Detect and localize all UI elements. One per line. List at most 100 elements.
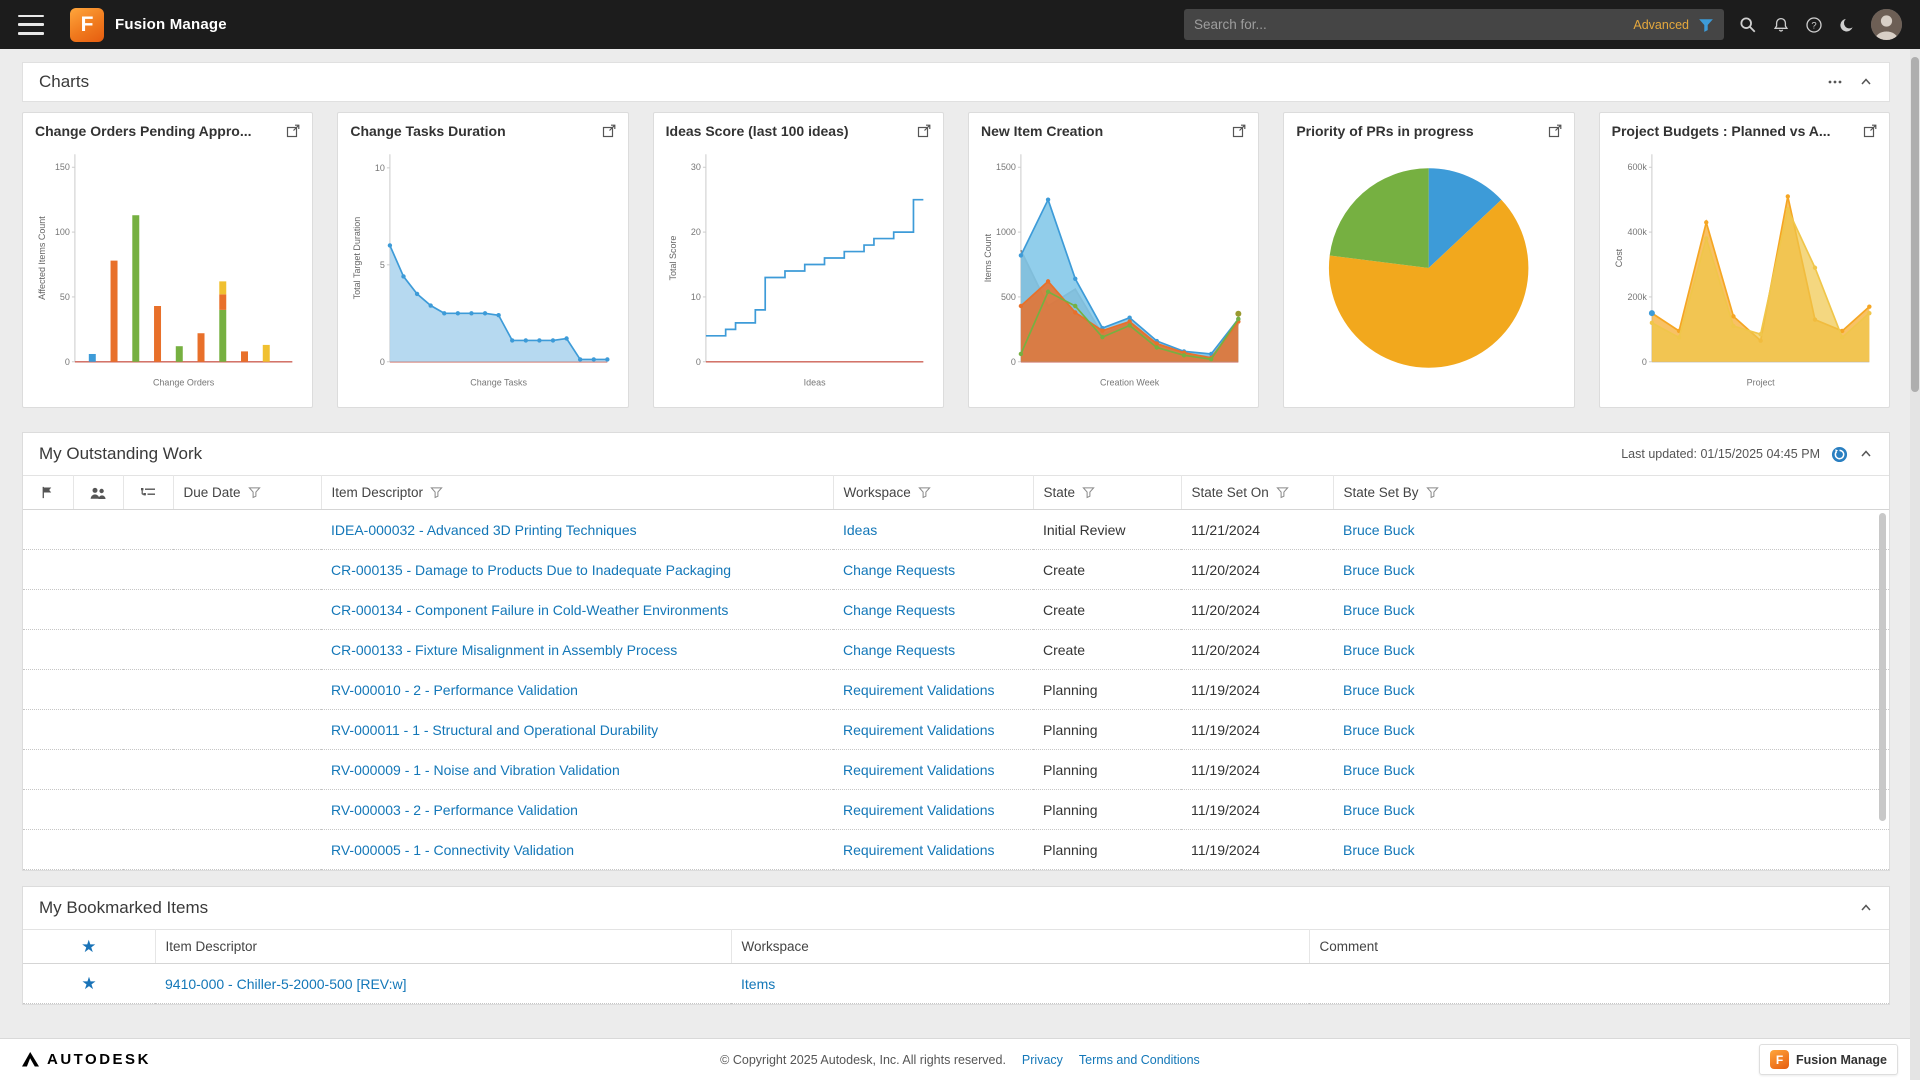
outstanding-row[interactable]: RV-000010 - 2 - Performance Validation Re… [23, 670, 1889, 710]
workspace-link[interactable]: Ideas [843, 522, 877, 538]
item-descriptor-link[interactable]: RV-000010 - 2 - Performance Validation [331, 682, 578, 698]
assignee-column-header[interactable] [73, 476, 123, 510]
chart-title: Project Budgets : Planned vs A... [1612, 123, 1831, 139]
workspace-link[interactable]: Requirement Validations [843, 802, 995, 818]
help-icon[interactable]: ? [1805, 16, 1823, 34]
workspace-column-header[interactable]: Workspace [833, 476, 1033, 510]
assignee-cell [73, 830, 123, 870]
main-content: Charts Change Orders Pending Appro... 05… [0, 49, 1920, 1038]
open-chart-icon[interactable] [1863, 124, 1877, 138]
open-chart-icon[interactable] [1548, 124, 1562, 138]
item-descriptor-link[interactable]: IDEA-000032 - Advanced 3D Printing Techn… [331, 522, 637, 538]
state-set-by-link[interactable]: Bruce Buck [1343, 602, 1415, 618]
workspace-link[interactable]: Change Requests [843, 642, 955, 658]
privacy-link[interactable]: Privacy [1022, 1053, 1063, 1067]
outstanding-row[interactable]: RV-000003 - 2 - Performance Validation Re… [23, 790, 1889, 830]
structure-cell [123, 750, 173, 790]
item-descriptor-link[interactable]: CR-000133 - Fixture Misalignment in Asse… [331, 642, 677, 658]
item-descriptor-link[interactable]: RV-000009 - 1 - Noise and Vibration Vali… [331, 762, 620, 778]
item-descriptor-link[interactable]: CR-000135 - Damage to Products Due to In… [331, 562, 731, 578]
bookmark-item-link[interactable]: 9410-000 - Chiller-5-2000-500 [REV:w] [165, 976, 407, 992]
item-descriptor-link[interactable]: CR-000134 - Component Failure in Cold-We… [331, 602, 728, 618]
fusion-manage-badge[interactable]: F Fusion Manage [1759, 1044, 1898, 1075]
search-input[interactable] [1194, 17, 1625, 32]
bookmark-workspace-header[interactable]: Workspace [731, 930, 1309, 964]
state-cell: Planning [1033, 790, 1181, 830]
charts-more-icon[interactable] [1827, 74, 1843, 90]
item-descriptor-cell: IDEA-000032 - Advanced 3D Printing Techn… [321, 510, 833, 550]
state-set-by-column-header[interactable]: State Set By [1333, 476, 1889, 510]
bookmark-item-descriptor-header[interactable]: Item Descriptor [155, 930, 731, 964]
bookmarks-tbody: ★ 9410-000 - Chiller-5-2000-500 [REV:w] It… [23, 964, 1889, 1004]
structure-column-header[interactable] [123, 476, 173, 510]
state-set-by-link[interactable]: Bruce Buck [1343, 562, 1415, 578]
bookmarks-collapse-icon[interactable] [1859, 901, 1873, 915]
outstanding-row[interactable]: RV-000009 - 1 - Noise and Vibration Vali… [23, 750, 1889, 790]
flag-cell [23, 790, 73, 830]
flag-column-header[interactable] [23, 476, 73, 510]
state-set-on-cell: 11/19/2024 [1181, 670, 1333, 710]
search-box[interactable]: Advanced [1184, 9, 1724, 40]
advanced-search-link[interactable]: Advanced [1633, 18, 1689, 32]
workspace-link[interactable]: Requirement Validations [843, 682, 995, 698]
workspace-link[interactable]: Requirement Validations [843, 762, 995, 778]
item-descriptor-link[interactable]: RV-000005 - 1 - Connectivity Validation [331, 842, 574, 858]
bookmark-workspace-link[interactable]: Items [741, 976, 775, 992]
state-set-by-link[interactable]: Bruce Buck [1343, 842, 1415, 858]
workspace-cell: Ideas [833, 510, 1033, 550]
bookmark-star-cell[interactable]: ★ [23, 964, 155, 1004]
due-date-cell [173, 830, 321, 870]
hamburger-menu-icon[interactable] [18, 15, 44, 35]
state-set-on-cell: 11/19/2024 [1181, 710, 1333, 750]
user-avatar[interactable] [1871, 9, 1902, 40]
outstanding-row[interactable]: IDEA-000032 - Advanced 3D Printing Techn… [23, 510, 1889, 550]
workspace-link[interactable]: Requirement Validations [843, 842, 995, 858]
page-scrollbar[interactable] [1910, 49, 1920, 1080]
item-descriptor-link[interactable]: RV-000011 - 1 - Structural and Operation… [331, 722, 658, 738]
open-chart-icon[interactable] [602, 124, 616, 138]
state-set-on-column-header[interactable]: State Set On [1181, 476, 1333, 510]
outstanding-row[interactable]: CR-000135 - Damage to Products Due to In… [23, 550, 1889, 590]
item-descriptor-column-header[interactable]: Item Descriptor [321, 476, 833, 510]
workspace-link[interactable]: Change Requests [843, 562, 955, 578]
state-set-by-link[interactable]: Bruce Buck [1343, 522, 1415, 538]
dark-mode-moon-icon[interactable] [1838, 16, 1856, 34]
open-chart-icon[interactable] [286, 124, 300, 138]
refresh-icon[interactable] [1831, 446, 1848, 463]
search-filter-icon[interactable] [1698, 17, 1714, 33]
notifications-bell-icon[interactable] [1772, 16, 1790, 34]
bookmark-comment-header[interactable]: Comment [1309, 930, 1889, 964]
due-date-column-header[interactable]: Due Date [173, 476, 321, 510]
state-set-by-link[interactable]: Bruce Buck [1343, 642, 1415, 658]
bookmark-comment-cell [1309, 964, 1889, 1004]
outstanding-row[interactable]: CR-000133 - Fixture Misalignment in Asse… [23, 630, 1889, 670]
flag-cell [23, 630, 73, 670]
state-set-by-link[interactable]: Bruce Buck [1343, 802, 1415, 818]
workspace-link[interactable]: Change Requests [843, 602, 955, 618]
state-set-by-link[interactable]: Bruce Buck [1343, 682, 1415, 698]
bookmark-star-column-header[interactable]: ★ [23, 930, 155, 964]
open-chart-icon[interactable] [917, 124, 931, 138]
outstanding-row[interactable]: RV-000005 - 1 - Connectivity Validation R… [23, 830, 1889, 870]
autodesk-wordmark: AUTODESK [47, 1051, 151, 1068]
star-icon[interactable]: ★ [81, 974, 96, 993]
charts-collapse-icon[interactable] [1859, 75, 1873, 89]
filter-icon [248, 486, 261, 499]
due-date-cell [173, 550, 321, 590]
outstanding-row[interactable]: CR-000134 - Component Failure in Cold-We… [23, 590, 1889, 630]
search-icon[interactable] [1739, 16, 1757, 34]
bookmark-row[interactable]: ★ 9410-000 - Chiller-5-2000-500 [REV:w] It… [23, 964, 1889, 1004]
autodesk-mark-icon [22, 1052, 39, 1067]
workspace-link[interactable]: Requirement Validations [843, 722, 995, 738]
outstanding-table-scrollbar[interactable] [1879, 513, 1886, 821]
state-set-by-link[interactable]: Bruce Buck [1343, 762, 1415, 778]
workspace-cell: Requirement Validations [833, 670, 1033, 710]
page-scrollbar-thumb[interactable] [1911, 57, 1919, 392]
terms-link[interactable]: Terms and Conditions [1079, 1053, 1200, 1067]
outstanding-row[interactable]: RV-000011 - 1 - Structural and Operation… [23, 710, 1889, 750]
outstanding-collapse-icon[interactable] [1859, 447, 1873, 461]
state-set-by-link[interactable]: Bruce Buck [1343, 722, 1415, 738]
open-chart-icon[interactable] [1232, 124, 1246, 138]
item-descriptor-link[interactable]: RV-000003 - 2 - Performance Validation [331, 802, 578, 818]
state-column-header[interactable]: State [1033, 476, 1181, 510]
